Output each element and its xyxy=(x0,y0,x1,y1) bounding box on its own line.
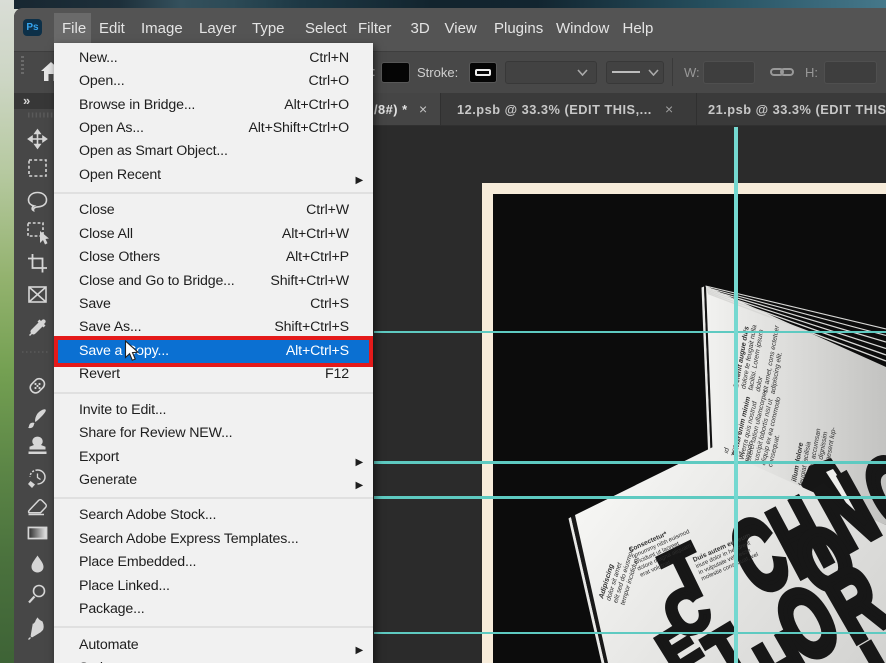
svg-text:eiusmod: eiusmod xyxy=(579,641,593,663)
svg-text:cing elit: cing elit xyxy=(572,640,586,663)
svg-text:m ipsum: m ipsum xyxy=(558,632,573,660)
svg-text:t sit amet consec: t sit amet consec xyxy=(565,613,586,663)
